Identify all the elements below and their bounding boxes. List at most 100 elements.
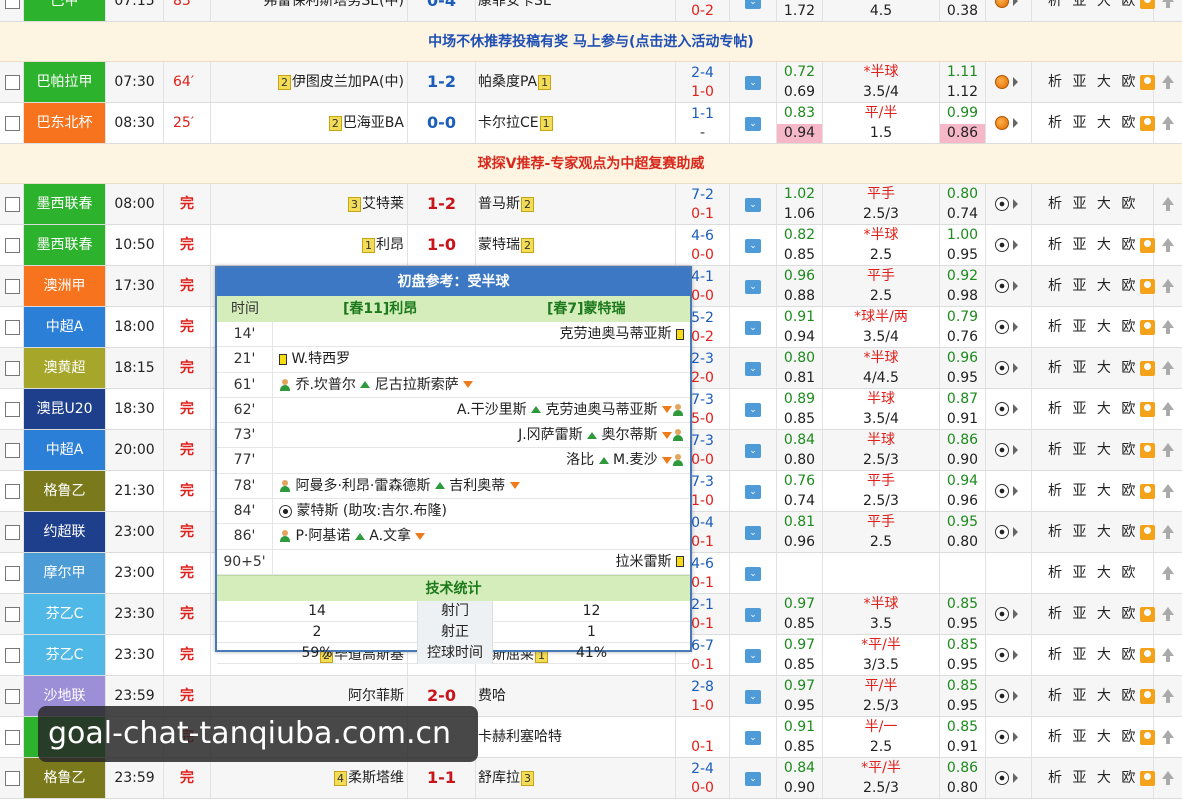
- expand-chevron-icon[interactable]: ⌄: [745, 608, 761, 622]
- play-arrow-icon[interactable]: [1013, 281, 1018, 291]
- home-team[interactable]: 3 艾特莱: [211, 184, 408, 224]
- league-badge[interactable]: 摩尔甲: [24, 553, 106, 593]
- home-team[interactable]: 弗雷保利斯塔努SE(中): [211, 0, 408, 21]
- soccer-ball-icon[interactable]: [995, 197, 1009, 211]
- row-checkbox[interactable]: [5, 0, 20, 9]
- match-score[interactable]: 1-1: [408, 758, 476, 798]
- analysis-links[interactable]: 析 亚 大 欧: [1032, 594, 1156, 634]
- analysis-links-label[interactable]: 析 亚 大 欧: [1048, 770, 1138, 786]
- pin-top-icon[interactable]: [1162, 116, 1174, 130]
- soccer-ball-icon[interactable]: [995, 402, 1009, 416]
- soccer-ball-icon[interactable]: [995, 730, 1009, 744]
- pin-top-icon[interactable]: [1162, 279, 1174, 293]
- pin-top-icon[interactable]: [1162, 484, 1174, 498]
- analysis-links-label[interactable]: 析 亚 大 欧: [1048, 442, 1138, 458]
- analysis-links-label[interactable]: 析 亚 大 欧: [1048, 0, 1138, 9]
- play-arrow-icon[interactable]: [1013, 445, 1018, 455]
- pin-top-icon[interactable]: [1162, 443, 1174, 457]
- soccer-ball-icon[interactable]: [995, 771, 1009, 785]
- pin-top-icon[interactable]: [1162, 689, 1174, 703]
- analysis-links[interactable]: 析 亚 大 欧: [1032, 184, 1154, 224]
- row-checkbox[interactable]: [5, 648, 20, 663]
- expand-chevron-icon[interactable]: ⌄: [745, 649, 761, 663]
- row-checkbox[interactable]: [5, 689, 20, 704]
- analysis-links-label[interactable]: 析 亚 大 欧: [1048, 647, 1138, 663]
- league-badge[interactable]: 中超A: [24, 430, 106, 470]
- home-team[interactable]: 4 柔斯塔维: [211, 758, 408, 798]
- pin-top-icon[interactable]: [1162, 402, 1174, 416]
- analysis-links[interactable]: 析 亚 大 欧: [1032, 717, 1156, 757]
- analysis-links-label[interactable]: 析 亚 大 欧: [1048, 688, 1138, 704]
- analysis-links[interactable]: 析 亚 大 欧: [1032, 225, 1156, 265]
- pin-top-icon[interactable]: [1162, 648, 1174, 662]
- analysis-links[interactable]: 析 亚 大 欧: [1032, 62, 1156, 102]
- pin-top-icon[interactable]: [1162, 197, 1174, 211]
- match-score[interactable]: 0-0: [408, 103, 476, 143]
- expand-chevron-icon[interactable]: ⌄: [745, 567, 761, 581]
- expand-chevron-icon[interactable]: ⌄: [745, 280, 761, 294]
- expand-chevron-icon[interactable]: ⌄: [745, 0, 761, 9]
- league-badge[interactable]: 澳洲甲: [24, 266, 106, 306]
- match-score[interactable]: 1-2: [408, 184, 476, 224]
- league-badge[interactable]: 格鲁乙: [24, 758, 106, 798]
- league-badge[interactable]: 芬乙C: [24, 594, 106, 634]
- expand-chevron-icon[interactable]: ⌄: [745, 321, 761, 335]
- soccer-ball-icon[interactable]: [995, 689, 1009, 703]
- away-team[interactable]: 卡尔拉CE 1: [476, 103, 676, 143]
- analysis-links-label[interactable]: 析 亚 大 欧: [1048, 278, 1138, 294]
- pin-top-icon[interactable]: [1162, 525, 1174, 539]
- play-arrow-icon[interactable]: [1013, 691, 1018, 701]
- play-arrow-icon[interactable]: [1013, 527, 1018, 537]
- expand-chevron-icon[interactable]: ⌄: [745, 198, 761, 212]
- play-arrow-icon[interactable]: [1013, 363, 1018, 373]
- row-checkbox[interactable]: [5, 607, 20, 622]
- home-team[interactable]: 2 伊图皮兰加PA(中): [211, 62, 408, 102]
- analysis-links-label[interactable]: 析 亚 大 欧: [1048, 115, 1138, 131]
- row-checkbox[interactable]: [5, 402, 20, 417]
- row-checkbox[interactable]: [5, 484, 20, 499]
- pin-top-icon[interactable]: [1162, 75, 1174, 89]
- soccer-ball-icon[interactable]: [995, 607, 1009, 621]
- play-arrow-icon[interactable]: [1013, 609, 1018, 619]
- away-team[interactable]: 费哈: [476, 676, 676, 716]
- analysis-links[interactable]: 析 亚 大 欧: [1032, 635, 1156, 675]
- expand-chevron-icon[interactable]: ⌄: [745, 239, 761, 253]
- pin-top-icon[interactable]: [1162, 320, 1174, 334]
- match-score[interactable]: 1-2: [408, 62, 476, 102]
- analysis-links-label[interactable]: 析 亚 大 欧: [1048, 401, 1138, 417]
- play-arrow-icon[interactable]: [1013, 322, 1018, 332]
- expand-chevron-icon[interactable]: ⌄: [745, 690, 761, 704]
- play-arrow-icon[interactable]: [1013, 650, 1018, 660]
- play-arrow-icon[interactable]: [1013, 240, 1018, 250]
- away-team[interactable]: 蒙特瑞 2: [476, 225, 676, 265]
- analysis-links-label[interactable]: 析 亚 大 欧: [1048, 483, 1138, 499]
- analysis-links[interactable]: 析 亚 大 欧: [1032, 553, 1154, 593]
- soccer-ball-icon[interactable]: [995, 361, 1009, 375]
- analysis-links-label[interactable]: 析 亚 大 欧: [1048, 360, 1138, 376]
- play-arrow-icon[interactable]: [1013, 486, 1018, 496]
- expand-chevron-icon[interactable]: ⌄: [745, 362, 761, 376]
- match-score[interactable]: 0-4: [408, 0, 476, 21]
- away-team[interactable]: 卡赫利塞哈特: [476, 717, 676, 757]
- league-badge[interactable]: 中超A: [24, 307, 106, 347]
- away-team[interactable]: 康菲安卡SE: [476, 0, 676, 21]
- away-team[interactable]: 普马斯 2: [476, 184, 676, 224]
- row-checkbox[interactable]: [5, 75, 20, 90]
- pin-top-icon[interactable]: [1162, 238, 1174, 252]
- play-arrow-icon[interactable]: [1013, 773, 1018, 783]
- pin-top-icon[interactable]: [1162, 0, 1174, 8]
- soccer-ball-icon[interactable]: [995, 484, 1009, 498]
- analysis-links[interactable]: 析 亚 大 欧: [1032, 389, 1156, 429]
- match-score[interactable]: 1-0: [408, 225, 476, 265]
- analysis-links[interactable]: 析 亚 大 欧: [1032, 348, 1156, 388]
- soccer-ball-icon[interactable]: [995, 279, 1009, 293]
- league-badge[interactable]: 墨西联春: [24, 225, 106, 265]
- analysis-links-label[interactable]: 析 亚 大 欧: [1048, 237, 1138, 253]
- expand-chevron-icon[interactable]: ⌄: [745, 117, 761, 131]
- row-checkbox[interactable]: [5, 197, 20, 212]
- analysis-links[interactable]: 析 亚 大 欧: [1032, 0, 1156, 21]
- row-checkbox[interactable]: [5, 525, 20, 540]
- row-checkbox[interactable]: [5, 116, 20, 131]
- play-arrow-icon[interactable]: [1013, 118, 1018, 128]
- expand-chevron-icon[interactable]: ⌄: [745, 444, 761, 458]
